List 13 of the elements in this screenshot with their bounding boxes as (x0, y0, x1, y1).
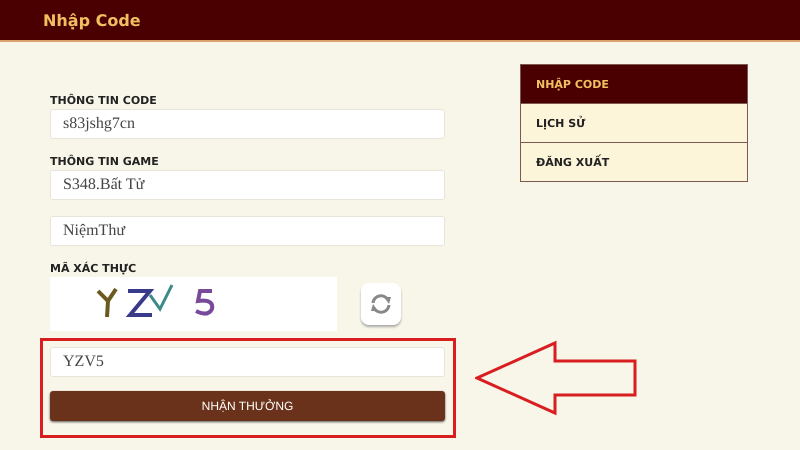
field-label: MÃ XÁC THỰC (50, 262, 138, 275)
field-label: THÔNG TIN CODE (50, 94, 158, 107)
refresh-button[interactable] (361, 283, 401, 325)
menu-item[interactable]: ĐĂNG XUẤT (521, 142, 747, 181)
input-field[interactable]: YZV5 (50, 347, 445, 377)
input-field[interactable]: s83jshg7cn (50, 109, 445, 139)
field-label: THÔNG TIN GAME (50, 155, 160, 168)
input-field[interactable]: S348.Bất Tử (50, 170, 445, 200)
menu-item[interactable]: NHẬP CODE (521, 65, 747, 103)
menu-item[interactable]: LỊCH SỬ (521, 103, 747, 142)
input-field[interactable]: NiệmThư (50, 216, 445, 246)
submit-button[interactable]: NHẬN THƯỞNG (50, 391, 445, 421)
page-title: Nhập Code (43, 10, 141, 30)
